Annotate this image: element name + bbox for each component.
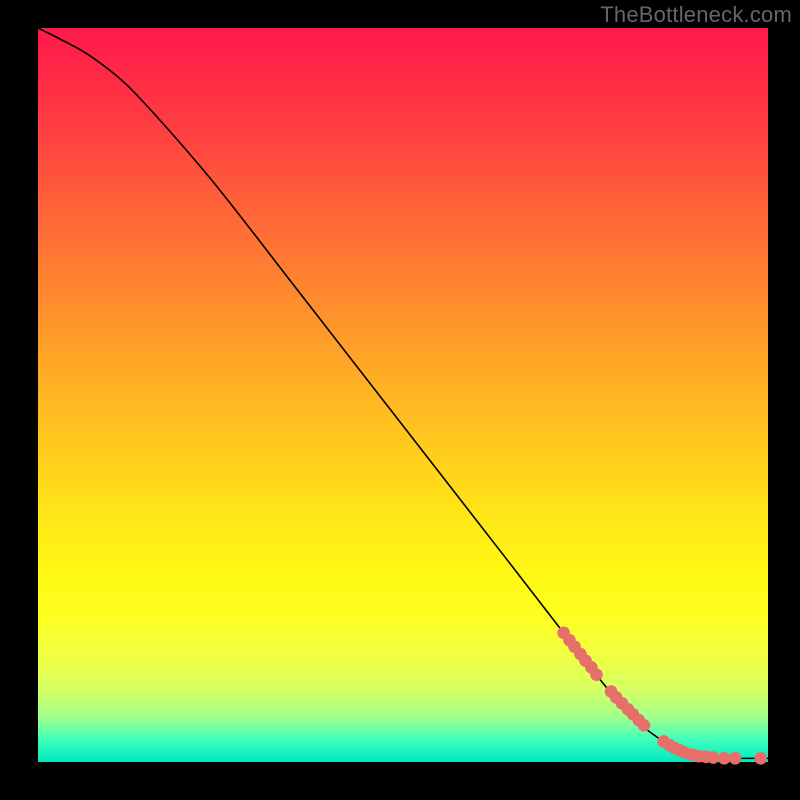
chart-marker <box>638 719 651 732</box>
chart-marker <box>729 752 742 765</box>
chart-marker <box>590 668 603 681</box>
chart-curve <box>38 28 768 758</box>
watermark-text: TheBottleneck.com <box>600 2 792 28</box>
chart-marker <box>707 751 720 764</box>
chart-svg <box>38 28 768 762</box>
chart-marker <box>718 752 731 765</box>
chart-plot-area <box>38 28 768 762</box>
chart-marker <box>754 752 767 765</box>
chart-markers <box>557 627 767 765</box>
